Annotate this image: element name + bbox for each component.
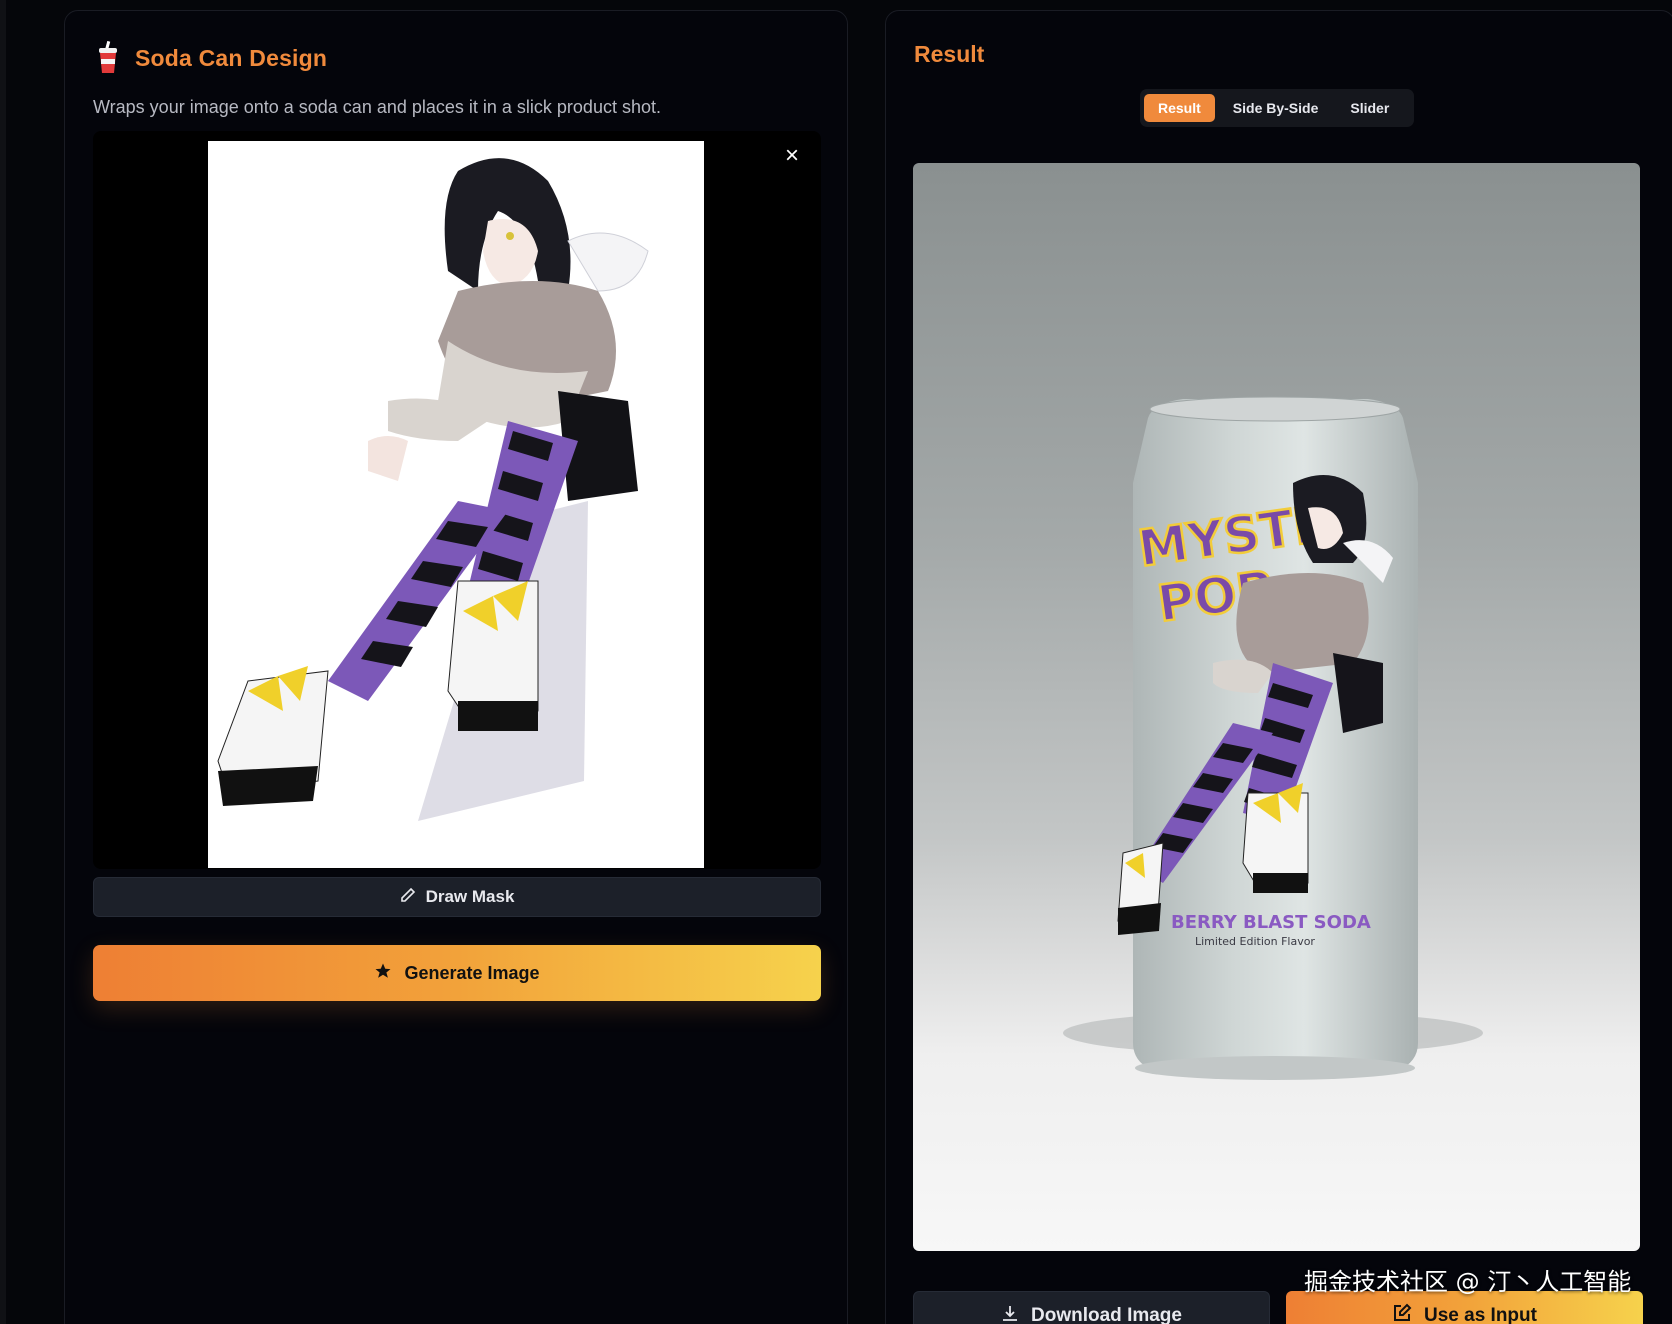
tab-side-by-side[interactable]: Side By-Side bbox=[1219, 94, 1333, 122]
star-icon bbox=[374, 962, 392, 985]
watermark-text: 掘金技术社区 @ 汀丶人工智能 bbox=[1304, 1268, 1632, 1296]
uploaded-image bbox=[208, 141, 704, 868]
window-edge bbox=[0, 0, 6, 1324]
edit-external-icon bbox=[1392, 1303, 1412, 1324]
draw-mask-label: Draw Mask bbox=[425, 887, 515, 906]
soda-cup-icon bbox=[95, 40, 121, 75]
tab-result[interactable]: Result bbox=[1144, 94, 1215, 122]
tool-header: Soda Can Design bbox=[95, 40, 328, 75]
image-upload-area[interactable]: × bbox=[93, 131, 821, 869]
can-edition-text: Limited Edition Flavor bbox=[1195, 935, 1315, 948]
generate-image-button[interactable]: Generate Image bbox=[93, 945, 821, 1001]
download-image-button[interactable]: Download Image bbox=[913, 1291, 1270, 1324]
tool-description: Wraps your image onto a soda can and pla… bbox=[93, 97, 661, 117]
draw-mask-button[interactable]: Draw Mask bbox=[93, 877, 821, 917]
download-icon bbox=[1001, 1304, 1019, 1324]
close-icon[interactable]: × bbox=[779, 142, 805, 169]
tool-title: Soda Can Design bbox=[135, 44, 328, 71]
result-title: Result bbox=[914, 41, 985, 67]
generate-image-label: Generate Image bbox=[404, 962, 540, 983]
result-image: MYSTIC POP BERRY BLAST SODA Limited Edit… bbox=[913, 163, 1640, 1251]
input-panel: Soda Can Design Wraps your image onto a … bbox=[64, 10, 848, 1324]
can-flavor-text: BERRY BLAST SODA bbox=[1171, 912, 1371, 933]
download-image-label: Download Image bbox=[1031, 1305, 1182, 1324]
result-panel: Result Result Side By-Side Slider MYSTIC… bbox=[885, 10, 1672, 1324]
view-mode-tabs: Result Side By-Side Slider bbox=[1140, 89, 1414, 127]
use-as-input-label: Use as Input bbox=[1424, 1305, 1537, 1324]
pencil-icon bbox=[400, 887, 416, 908]
app-root: Soda Can Design Wraps your image onto a … bbox=[0, 0, 1672, 1324]
tab-slider[interactable]: Slider bbox=[1336, 94, 1403, 122]
